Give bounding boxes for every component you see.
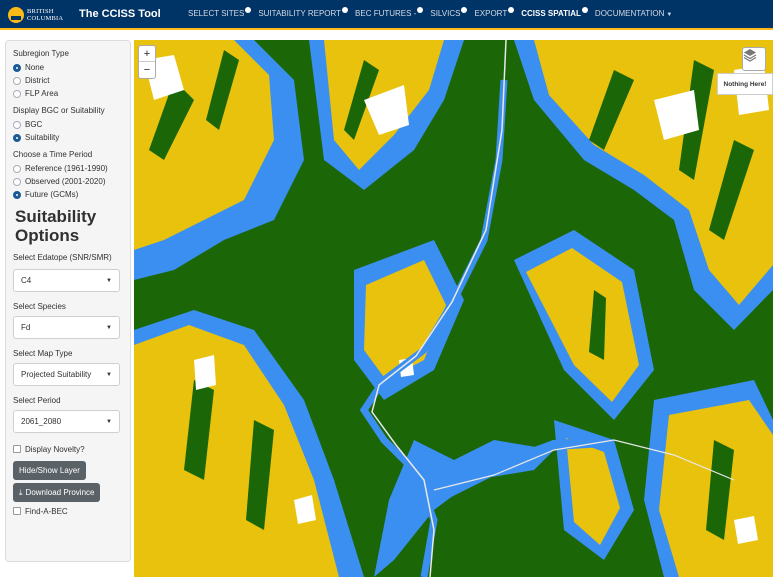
button-label: Download Province xyxy=(25,488,95,497)
nav-cciss-spatial[interactable]: CCISS SPATIAL xyxy=(521,7,588,18)
select-value: C4 xyxy=(21,276,32,285)
display-label: Display BGC or Suitability xyxy=(13,106,105,115)
nav-suitability-report[interactable]: SUITABILITY REPORT xyxy=(258,7,349,18)
layers-icon xyxy=(743,49,757,62)
radio-subregion-none[interactable]: None xyxy=(13,61,123,74)
radio-label: BGC xyxy=(25,120,43,129)
radio-period-future[interactable]: Future (GCMs) xyxy=(13,188,123,201)
zoom-out-button[interactable]: − xyxy=(139,62,155,78)
nav-documentation[interactable]: DOCUMENTATION ▼ xyxy=(595,9,672,18)
top-navbar: BRITISH COLUMBIA The CCISS Tool SELECT S… xyxy=(0,0,773,30)
caret-down-icon: ▼ xyxy=(666,12,673,18)
nav-export[interactable]: EXPORT xyxy=(474,7,515,18)
chevron-down-icon: ▼ xyxy=(106,371,112,378)
maptype-label: Select Map Type xyxy=(13,349,73,358)
sidebar-panel: Subregion Type None District FLP Area Di… xyxy=(5,40,131,562)
nav-label: SELECT SITES xyxy=(188,9,245,18)
info-badge-icon xyxy=(342,7,349,13)
download-province-button[interactable]: ⤓ Download Province xyxy=(13,483,101,502)
find-a-bec-checkbox[interactable] xyxy=(13,507,21,515)
button-label: Hide/Show Layer xyxy=(19,466,80,475)
radio-icon[interactable] xyxy=(13,177,21,186)
info-badge-icon xyxy=(461,7,468,13)
options-heading: Suitability Options xyxy=(15,207,97,245)
radio-display-suitability[interactable]: Suitability xyxy=(13,131,123,144)
radio-label: Future (GCMs) xyxy=(25,190,79,199)
display-group: Display BGC or Suitability BGC Suitabili… xyxy=(13,106,123,144)
nav-label: SUITABILITY REPORT xyxy=(258,9,342,18)
novelty-checkbox-row[interactable]: Display Novelty? xyxy=(13,443,123,455)
info-badge-icon xyxy=(417,7,424,13)
suitability-map-layer xyxy=(134,40,773,577)
radio-label: Reference (1961-1990) xyxy=(25,164,108,173)
info-badge-icon xyxy=(508,7,515,13)
nav-label: CCISS SPATIAL xyxy=(521,9,581,18)
layers-button[interactable] xyxy=(742,47,766,71)
period-select[interactable]: 2061_2080 ▼ xyxy=(13,410,120,433)
nav-label: EXPORT xyxy=(474,9,508,18)
radio-subregion-district[interactable]: District xyxy=(13,74,123,87)
radio-label: None xyxy=(25,63,45,72)
edatope-select[interactable]: C4 ▼ xyxy=(13,269,120,292)
radio-icon[interactable] xyxy=(13,190,21,199)
info-badge-icon xyxy=(581,7,588,13)
radio-icon[interactable] xyxy=(13,133,21,142)
logo-line1: BRITISH xyxy=(27,8,54,15)
radio-label: Observed (2001-2020) xyxy=(25,177,106,186)
select-value: 2061_2080 xyxy=(21,417,62,426)
nav-label: DOCUMENTATION xyxy=(594,9,665,18)
period-group: Choose a Time Period Reference (1961-199… xyxy=(13,150,123,201)
nav-label: BEC FUTURES - xyxy=(355,9,417,18)
zoom-in-button[interactable]: + xyxy=(139,46,155,62)
bc-logo[interactable]: BRITISH COLUMBIA xyxy=(8,4,68,26)
logo-line2: COLUMBIA xyxy=(27,15,64,22)
select-value: Projected Suitability xyxy=(21,370,92,379)
radio-label: FLP Area xyxy=(25,89,59,98)
radio-label: District xyxy=(25,76,50,85)
chevron-down-icon: ▼ xyxy=(106,418,112,425)
checkbox-label: Display Novelty? xyxy=(25,444,85,454)
period-select-label: Select Period xyxy=(13,396,61,405)
radio-period-reference[interactable]: Reference (1961-1990) xyxy=(13,162,123,175)
subregion-label: Subregion Type xyxy=(13,49,69,58)
zoom-control: + − xyxy=(138,45,156,79)
radio-period-observed[interactable]: Observed (2001-2020) xyxy=(13,175,123,188)
species-select[interactable]: Fd ▼ xyxy=(13,316,120,339)
logo-text: BRITISH COLUMBIA xyxy=(27,8,63,22)
subregion-group: Subregion Type None District FLP Area xyxy=(13,49,123,100)
nav-label: SILVICS xyxy=(430,9,461,18)
maptype-select[interactable]: Projected Suitability ▼ xyxy=(13,363,120,386)
chevron-down-icon: ▼ xyxy=(106,277,112,284)
nav-silvics[interactable]: SILVICS xyxy=(430,7,468,18)
radio-display-bgc[interactable]: BGC xyxy=(13,118,123,131)
period-label: Choose a Time Period xyxy=(13,150,93,159)
map-info-tooltip: Nothing Here! xyxy=(717,73,773,95)
main-nav: SELECT SITES SUITABILITY REPORT BEC FUTU… xyxy=(188,7,679,18)
edatope-label: Select Edatope (SNR/SMR) xyxy=(13,253,112,262)
radio-icon[interactable] xyxy=(13,63,21,72)
radio-icon[interactable] xyxy=(13,164,21,173)
select-value: Fd xyxy=(21,323,31,332)
chevron-down-icon: ▼ xyxy=(106,324,112,331)
nav-select-sites[interactable]: SELECT SITES xyxy=(188,7,252,18)
radio-icon[interactable] xyxy=(13,89,21,98)
bc-sun-icon xyxy=(8,7,24,23)
find-a-bec-checkbox-row[interactable]: Find-A-BEC xyxy=(13,505,123,517)
species-label: Select Species xyxy=(13,302,66,311)
map-canvas[interactable]: + − Nothing Here! xyxy=(134,40,773,577)
nav-bec-futures[interactable]: BEC FUTURES - xyxy=(355,7,424,18)
app-title: The CCISS Tool xyxy=(79,8,161,20)
hide-show-layer-button[interactable]: Hide/Show Layer xyxy=(13,461,86,480)
radio-icon[interactable] xyxy=(13,76,21,85)
download-icon: ⤓ xyxy=(19,487,23,497)
radio-icon[interactable] xyxy=(13,120,21,129)
radio-label: Suitability xyxy=(25,133,60,142)
info-badge-icon xyxy=(245,7,252,13)
radio-subregion-flp[interactable]: FLP Area xyxy=(13,87,123,100)
novelty-checkbox[interactable] xyxy=(13,445,21,453)
checkbox-label: Find-A-BEC xyxy=(25,506,68,516)
